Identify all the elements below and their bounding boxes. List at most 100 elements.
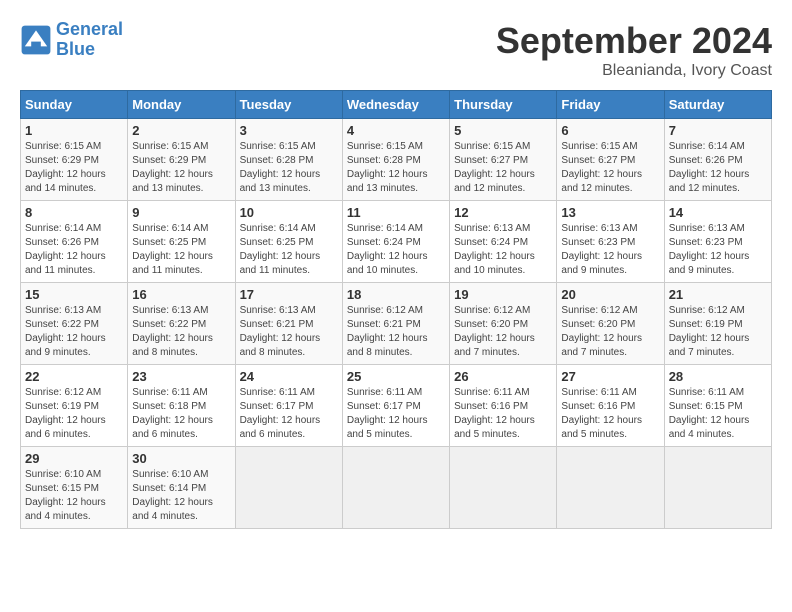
day-info: Sunrise: 6:14 AM Sunset: 6:26 PM Dayligh…: [25, 222, 123, 278]
day-info: Sunrise: 6:15 AM Sunset: 6:28 PM Dayligh…: [240, 140, 338, 196]
calendar-cell: 15Sunrise: 6:13 AM Sunset: 6:22 PM Dayli…: [21, 283, 128, 365]
calendar-cell: [235, 447, 342, 529]
header: General Blue September 2024 Bleanianda, …: [20, 20, 772, 80]
day-info: Sunrise: 6:12 AM Sunset: 6:21 PM Dayligh…: [347, 304, 445, 360]
calendar-cell: 10 Sunrise: 6:14 AM Sunset: 6:25 PM Dayli…: [235, 201, 342, 283]
day-number: 1: [25, 123, 123, 138]
day-info: Sunrise: 6:11 AM Sunset: 6:15 PM Dayligh…: [669, 386, 767, 442]
calendar-cell: 28 Sunrise: 6:11 AM Sunset: 6:15 PM Dayli…: [664, 365, 771, 447]
calendar-cell: 24 Sunrise: 6:11 AM Sunset: 6:17 PM Dayli…: [235, 365, 342, 447]
calendar-cell: 26Sunrise: 6:11 AM Sunset: 6:16 PM Dayli…: [450, 365, 557, 447]
day-number: 19: [454, 287, 552, 302]
day-number: 4: [347, 123, 445, 138]
calendar-body: 1 Sunrise: 6:15 AM Sunset: 6:29 PM Daylig…: [21, 119, 772, 529]
day-number: 10: [240, 205, 338, 220]
logo-icon: [20, 24, 52, 56]
day-header-saturday: Saturday: [664, 91, 771, 119]
calendar-header-row: SundayMondayTuesdayWednesdayThursdayFrid…: [21, 91, 772, 119]
calendar-cell: 16 Sunrise: 6:13 AM Sunset: 6:22 PM Dayli…: [128, 283, 235, 365]
calendar-cell: [450, 447, 557, 529]
day-number: 26: [454, 369, 552, 384]
calendar-cell: 3 Sunrise: 6:15 AM Sunset: 6:28 PM Daylig…: [235, 119, 342, 201]
day-info: Sunrise: 6:10 AM Sunset: 6:15 PM Dayligh…: [25, 468, 123, 524]
calendar-cell: 13 Sunrise: 6:13 AM Sunset: 6:23 PM Dayli…: [557, 201, 664, 283]
day-info: Sunrise: 6:15 AM Sunset: 6:27 PM Dayligh…: [561, 140, 659, 196]
calendar-cell: 19 Sunrise: 6:12 AM Sunset: 6:20 PM Dayli…: [450, 283, 557, 365]
day-info: Sunrise: 6:13 AM Sunset: 6:21 PM Dayligh…: [240, 304, 338, 360]
day-info: Sunrise: 6:12 AM Sunset: 6:19 PM Dayligh…: [669, 304, 767, 360]
day-info: Sunrise: 6:13 AM Sunset: 6:23 PM Dayligh…: [669, 222, 767, 278]
calendar-cell: 9 Sunrise: 6:14 AM Sunset: 6:25 PM Daylig…: [128, 201, 235, 283]
logo-text: General Blue: [56, 20, 123, 60]
location-subtitle: Bleanianda, Ivory Coast: [496, 62, 772, 80]
calendar-cell: 18 Sunrise: 6:12 AM Sunset: 6:21 PM Dayli…: [342, 283, 449, 365]
day-number: 22: [25, 369, 123, 384]
month-title: September 2024: [496, 20, 772, 62]
day-number: 17: [240, 287, 338, 302]
day-number: 28: [669, 369, 767, 384]
day-info: Sunrise: 6:14 AM Sunset: 6:26 PM Dayligh…: [669, 140, 767, 196]
day-number: 18: [347, 287, 445, 302]
calendar-cell: 29 Sunrise: 6:10 AM Sunset: 6:15 PM Dayli…: [21, 447, 128, 529]
day-info: Sunrise: 6:13 AM Sunset: 6:24 PM Dayligh…: [454, 222, 552, 278]
calendar-cell: 4 Sunrise: 6:15 AM Sunset: 6:28 PM Daylig…: [342, 119, 449, 201]
calendar-cell: 23Sunrise: 6:11 AM Sunset: 6:18 PM Dayli…: [128, 365, 235, 447]
day-number: 16: [132, 287, 230, 302]
title-area: September 2024 Bleanianda, Ivory Coast: [496, 20, 772, 80]
day-info: Sunrise: 6:14 AM Sunset: 6:24 PM Dayligh…: [347, 222, 445, 278]
calendar-cell: 25Sunrise: 6:11 AM Sunset: 6:17 PM Dayli…: [342, 365, 449, 447]
calendar-cell: 5Sunrise: 6:15 AM Sunset: 6:27 PM Daylig…: [450, 119, 557, 201]
day-header-sunday: Sunday: [21, 91, 128, 119]
day-info: Sunrise: 6:14 AM Sunset: 6:25 PM Dayligh…: [132, 222, 230, 278]
day-number: 23: [132, 369, 230, 384]
calendar-cell: 7 Sunrise: 6:14 AM Sunset: 6:26 PM Daylig…: [664, 119, 771, 201]
logo-line1: General: [56, 19, 123, 39]
calendar-cell: [664, 447, 771, 529]
day-number: 13: [561, 205, 659, 220]
calendar-cell: 30Sunrise: 6:10 AM Sunset: 6:14 PM Dayli…: [128, 447, 235, 529]
day-info: Sunrise: 6:15 AM Sunset: 6:27 PM Dayligh…: [454, 140, 552, 196]
calendar-cell: 2 Sunrise: 6:15 AM Sunset: 6:29 PM Daylig…: [128, 119, 235, 201]
calendar-cell: 14Sunrise: 6:13 AM Sunset: 6:23 PM Dayli…: [664, 201, 771, 283]
day-info: Sunrise: 6:15 AM Sunset: 6:29 PM Dayligh…: [132, 140, 230, 196]
calendar-week-row: 8 Sunrise: 6:14 AM Sunset: 6:26 PM Daylig…: [21, 201, 772, 283]
day-number: 24: [240, 369, 338, 384]
calendar-cell: 1 Sunrise: 6:15 AM Sunset: 6:29 PM Daylig…: [21, 119, 128, 201]
day-header-wednesday: Wednesday: [342, 91, 449, 119]
day-info: Sunrise: 6:12 AM Sunset: 6:20 PM Dayligh…: [454, 304, 552, 360]
day-info: Sunrise: 6:12 AM Sunset: 6:20 PM Dayligh…: [561, 304, 659, 360]
day-info: Sunrise: 6:15 AM Sunset: 6:29 PM Dayligh…: [25, 140, 123, 196]
day-number: 29: [25, 451, 123, 466]
calendar-cell: [342, 447, 449, 529]
day-number: 27: [561, 369, 659, 384]
day-number: 20: [561, 287, 659, 302]
day-info: Sunrise: 6:13 AM Sunset: 6:22 PM Dayligh…: [132, 304, 230, 360]
calendar-cell: 8 Sunrise: 6:14 AM Sunset: 6:26 PM Daylig…: [21, 201, 128, 283]
calendar-cell: 27 Sunrise: 6:11 AM Sunset: 6:16 PM Dayli…: [557, 365, 664, 447]
calendar-cell: [557, 447, 664, 529]
day-number: 11: [347, 205, 445, 220]
calendar-week-row: 22 Sunrise: 6:12 AM Sunset: 6:19 PM Dayli…: [21, 365, 772, 447]
day-header-thursday: Thursday: [450, 91, 557, 119]
day-number: 2: [132, 123, 230, 138]
day-header-tuesday: Tuesday: [235, 91, 342, 119]
day-info: Sunrise: 6:14 AM Sunset: 6:25 PM Dayligh…: [240, 222, 338, 278]
calendar-week-row: 15Sunrise: 6:13 AM Sunset: 6:22 PM Dayli…: [21, 283, 772, 365]
day-info: Sunrise: 6:11 AM Sunset: 6:17 PM Dayligh…: [347, 386, 445, 442]
day-number: 8: [25, 205, 123, 220]
day-number: 7: [669, 123, 767, 138]
day-info: Sunrise: 6:12 AM Sunset: 6:19 PM Dayligh…: [25, 386, 123, 442]
logo-line2: Blue: [56, 39, 95, 59]
day-info: Sunrise: 6:10 AM Sunset: 6:14 PM Dayligh…: [132, 468, 230, 524]
day-number: 3: [240, 123, 338, 138]
day-info: Sunrise: 6:11 AM Sunset: 6:16 PM Dayligh…: [561, 386, 659, 442]
calendar-week-row: 1 Sunrise: 6:15 AM Sunset: 6:29 PM Daylig…: [21, 119, 772, 201]
calendar-table: SundayMondayTuesdayWednesdayThursdayFrid…: [20, 90, 772, 529]
calendar-cell: 17 Sunrise: 6:13 AM Sunset: 6:21 PM Dayli…: [235, 283, 342, 365]
day-header-monday: Monday: [128, 91, 235, 119]
day-number: 21: [669, 287, 767, 302]
day-number: 9: [132, 205, 230, 220]
day-info: Sunrise: 6:15 AM Sunset: 6:28 PM Dayligh…: [347, 140, 445, 196]
day-info: Sunrise: 6:13 AM Sunset: 6:23 PM Dayligh…: [561, 222, 659, 278]
day-info: Sunrise: 6:11 AM Sunset: 6:17 PM Dayligh…: [240, 386, 338, 442]
